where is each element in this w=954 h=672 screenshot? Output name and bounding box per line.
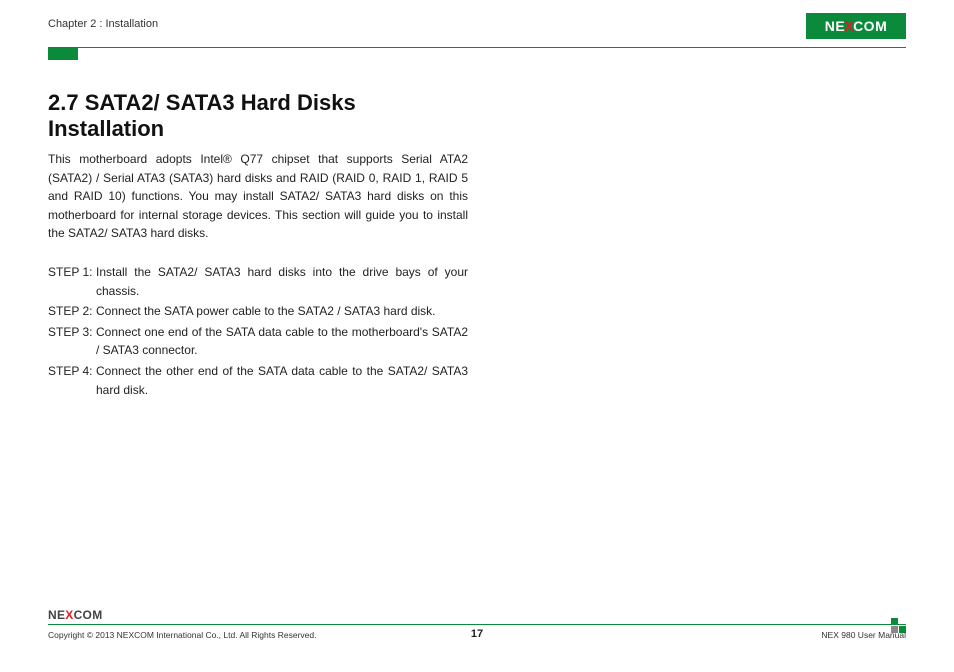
step-label: STEP 4: <box>48 362 96 399</box>
footer-rule <box>48 624 906 625</box>
intro-paragraph: This motherboard adopts Intel® Q77 chips… <box>48 150 468 243</box>
green-tab <box>48 48 78 60</box>
step-row: STEP 3: Connect one end of the SATA data… <box>48 323 468 360</box>
page-footer: NEXCOM Copyright © 2013 NEXCOM Internati… <box>48 614 906 644</box>
logo-text-pre: NE <box>825 18 845 34</box>
step-label: STEP 2: <box>48 302 96 321</box>
page-number: 17 <box>471 628 483 640</box>
step-text: Connect one end of the SATA data cable t… <box>96 323 468 360</box>
step-label: STEP 3: <box>48 323 96 360</box>
nexcom-logo-bottom: NEXCOM <box>48 608 103 622</box>
step-row: STEP 1: Install the SATA2/ SATA3 hard di… <box>48 263 468 300</box>
step-text: Install the SATA2/ SATA3 hard disks into… <box>96 263 468 300</box>
logo-text-pre: NE <box>48 608 65 622</box>
steps-list: STEP 1: Install the SATA2/ SATA3 hard di… <box>48 263 468 399</box>
step-label: STEP 1: <box>48 263 96 300</box>
section-heading: 2.7 SATA2/ SATA3 Hard Disks Installation <box>48 90 468 142</box>
header-rule <box>48 47 906 48</box>
breadcrumb: Chapter 2 : Installation <box>48 18 906 30</box>
page-header: Chapter 2 : Installation NEXCOM <box>48 18 906 48</box>
logo-text-post: COM <box>74 608 103 622</box>
step-text: Connect the other end of the SATA data c… <box>96 362 468 399</box>
logo-text-x: X <box>65 608 73 622</box>
step-text: Connect the SATA power cable to the SATA… <box>96 302 468 321</box>
copyright-text: Copyright © 2013 NEXCOM International Co… <box>48 630 316 640</box>
logo-text-post: COM <box>853 18 887 34</box>
nexcom-logo-top: NEXCOM <box>806 13 906 39</box>
main-content: 2.7 SATA2/ SATA3 Hard Disks Installation… <box>48 90 468 401</box>
step-row: STEP 4: Connect the other end of the SAT… <box>48 362 468 399</box>
manual-name: NEX 980 User Manual <box>821 630 906 640</box>
step-row: STEP 2: Connect the SATA power cable to … <box>48 302 468 321</box>
